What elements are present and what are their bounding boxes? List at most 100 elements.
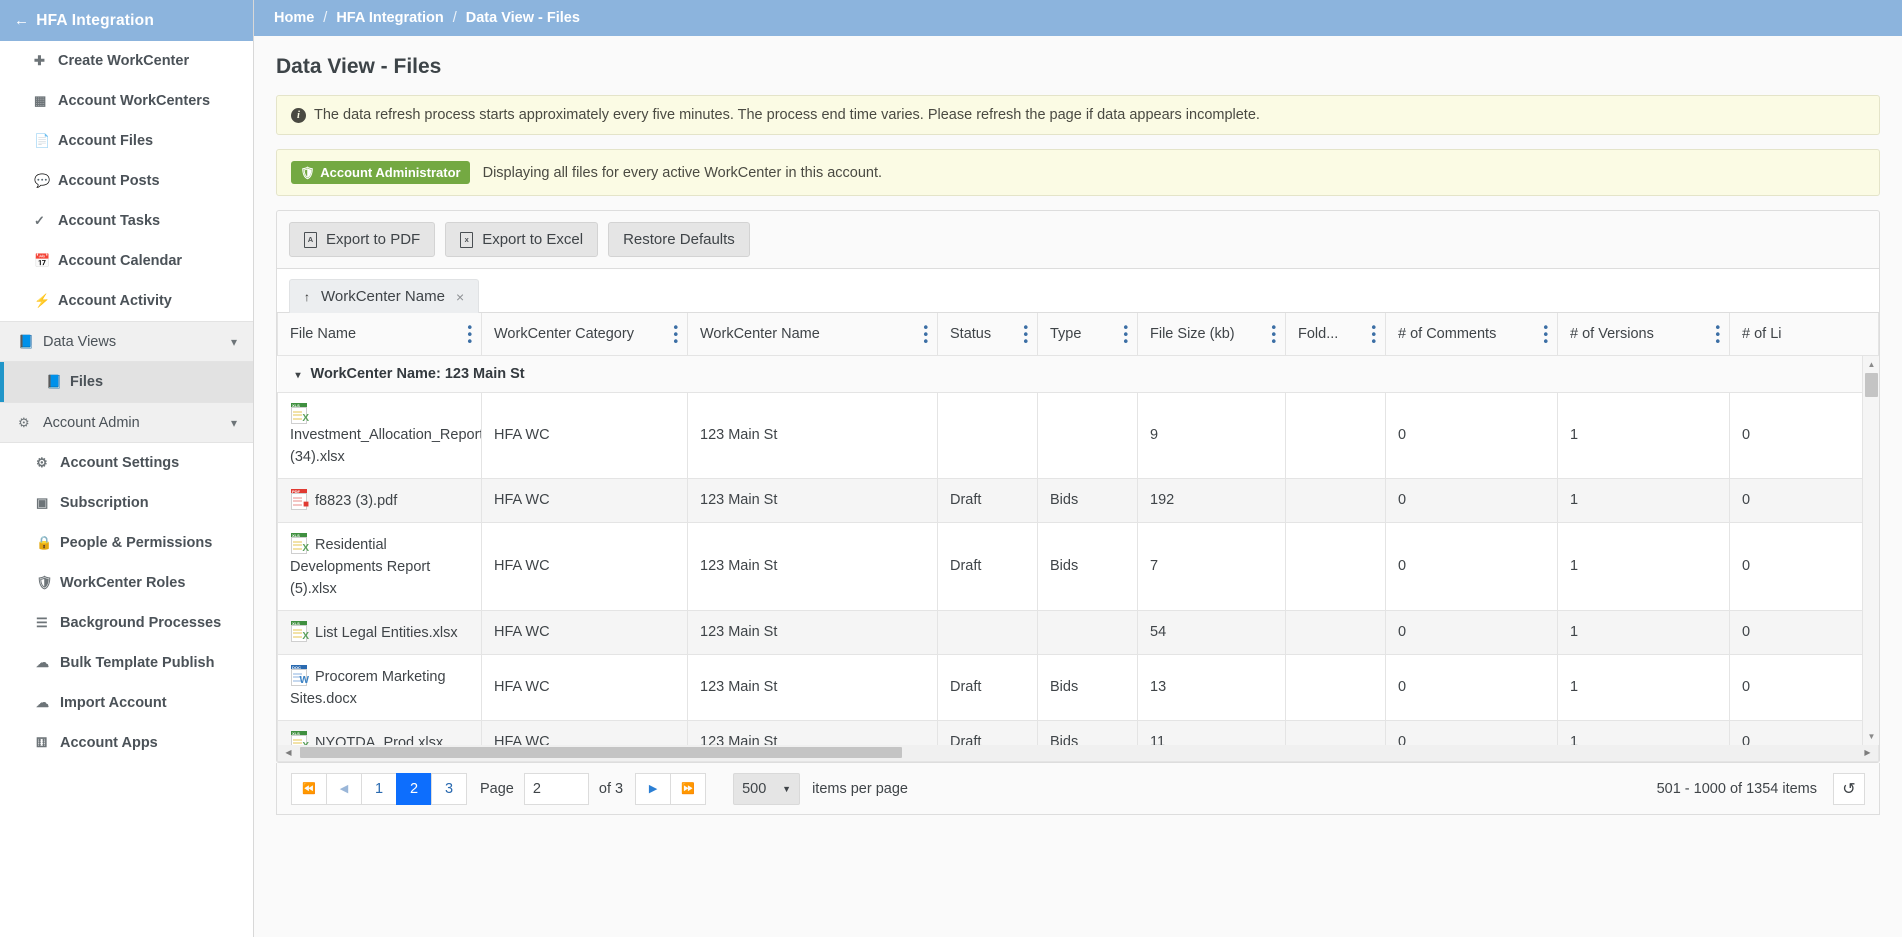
sidebar-item-account-activity[interactable]: ⚡ Account Activity <box>0 281 253 321</box>
column-menu-icon[interactable]: • • • <box>1715 320 1720 348</box>
scroll-up-icon[interactable]: ▲ <box>1863 356 1880 373</box>
sidebar-group-data-views[interactable]: 📘 Data Views ▾ <box>0 321 253 362</box>
cell-file-name[interactable]: XLS X Residential Developments Report (5).… <box>277 521 482 611</box>
cell-folder <box>1285 521 1386 611</box>
last-page-button[interactable]: ⏩ <box>670 772 707 805</box>
column-header-of-comments[interactable]: # of Comments • • • <box>1385 313 1558 356</box>
page-size-value: 500 <box>742 780 767 797</box>
table-row[interactable]: DOC W Procorem Marketing Sites.docx HFA WC 1… <box>277 653 1879 721</box>
sidebar-item-people-permissions[interactable]: 🔒 People & Permissions <box>0 523 253 563</box>
chevron-down-icon[interactable]: ▾ <box>231 335 237 349</box>
column-header-file-name[interactable]: File Name • • • <box>277 313 482 356</box>
cell-file-name[interactable]: XLSX NYOTDA_Prod.xlsx <box>277 719 482 746</box>
vertical-scroll-thumb[interactable] <box>1865 373 1878 397</box>
sidebar-item-account-workcenters[interactable]: ▦ Account WorkCenters <box>0 81 253 121</box>
cell-file-name[interactable]: PDF ■ f8823 (3).pdf <box>277 477 482 523</box>
cell-comments: 0 <box>1385 477 1558 523</box>
column-menu-icon[interactable]: • • • <box>467 320 472 348</box>
sidebar-item-account-calendar[interactable]: 📅 Account Calendar <box>0 241 253 281</box>
page-size-select[interactable]: 500 ▼ <box>733 772 801 805</box>
column-menu-icon[interactable]: • • • <box>1371 320 1376 348</box>
file-name-text[interactable]: Residential Developments Report (5).xlsx <box>290 537 430 597</box>
breadcrumb-section[interactable]: HFA Integration <box>336 10 443 26</box>
column-menu-icon[interactable]: • • • <box>673 320 678 348</box>
sidebar-item-account-apps[interactable]: ⚅ Account Apps <box>0 723 253 763</box>
group-by-bar: ↑ WorkCenter Name × <box>277 269 1879 313</box>
scroll-left-icon[interactable]: ◀ <box>280 745 297 760</box>
column-header-type[interactable]: Type • • • <box>1037 313 1138 356</box>
page-total-label: of 3 <box>598 780 624 797</box>
caret-down-icon[interactable]: ▾ <box>296 370 301 381</box>
chevron-down-icon[interactable]: ▼ <box>782 784 791 794</box>
group-header-row[interactable]: ▾ WorkCenter Name: 123 Main St <box>277 354 1879 393</box>
sidebar-item-account-settings[interactable]: ⚙ Account Settings <box>0 443 253 483</box>
first-page-button[interactable]: ⏪ <box>291 772 327 805</box>
sidebar-item-account-files[interactable]: 📄 Account Files <box>0 121 253 161</box>
close-icon[interactable]: × <box>456 289 464 305</box>
sidebar-header[interactable]: ← HFA Integration <box>0 0 253 41</box>
column-header-fold[interactable]: Fold... • • • <box>1285 313 1386 356</box>
sidebar-item-workcenter-roles[interactable]: 🛡 WorkCenter Roles <box>0 563 253 603</box>
horizontal-scroll-thumb[interactable] <box>300 747 902 758</box>
restore-defaults-button[interactable]: Restore Defaults <box>608 222 750 257</box>
cell-file-name[interactable]: XLS X List Legal Entities.xlsx <box>277 609 482 655</box>
breadcrumb-home[interactable]: Home <box>274 10 314 26</box>
cell-versions: 1 <box>1557 653 1730 721</box>
file-name-text[interactable]: Investment_Allocation_Report (34).xlsx <box>290 427 481 465</box>
page-button-2[interactable]: 2 <box>396 772 432 805</box>
sidebar-item-create-workcenter[interactable]: ✚ Create WorkCenter <box>0 41 253 81</box>
grid-vertical-scrollbar[interactable]: ▲ ▼ <box>1862 356 1879 745</box>
column-menu-icon[interactable]: • • • <box>1271 320 1276 348</box>
cell-file-name[interactable]: DOC W Procorem Marketing Sites.docx <box>277 653 482 721</box>
page-button-3[interactable]: 3 <box>431 772 467 805</box>
status-badge: 🛡 Account Administrator <box>291 161 470 184</box>
column-header-file-size-kb[interactable]: File Size (kb) • • • <box>1137 313 1286 356</box>
sidebar-item-files[interactable]: 📘 Files <box>0 362 253 402</box>
table-row[interactable]: XLS X Residential Developments Report (5).… <box>277 521 1879 611</box>
column-menu-icon[interactable]: • • • <box>1023 320 1028 348</box>
page-button-1[interactable]: 1 <box>361 772 397 805</box>
cell-comments: 0 <box>1385 719 1558 745</box>
sidebar-item-account-tasks[interactable]: ✓ Account Tasks <box>0 201 253 241</box>
column-header-workcenter-name[interactable]: WorkCenter Name • • • <box>687 313 938 356</box>
sidebar-item-label: Subscription <box>60 495 149 511</box>
column-menu-icon[interactable]: • • • <box>1543 320 1548 348</box>
table-row[interactable]: PDF ■ f8823 (3).pdf HFA WC 123 Main St Draft B… <box>277 477 1879 523</box>
scroll-right-icon[interactable]: ▶ <box>1859 745 1876 760</box>
column-header-workcenter-category[interactable]: WorkCenter Category • • • <box>481 313 688 356</box>
grid-horizontal-scrollbar[interactable]: ◀ ▶ <box>277 745 1879 762</box>
sidebar-item-subscription[interactable]: ▣ Subscription <box>0 483 253 523</box>
sidebar-group-account-admin[interactable]: ⚙ Account Admin ▾ <box>0 402 253 443</box>
refresh-button[interactable]: ↺ <box>1833 772 1865 805</box>
column-header-of-li[interactable]: # of Li <box>1729 313 1879 356</box>
chevron-down-icon[interactable]: ▾ <box>231 416 237 430</box>
sidebar-item-account-posts[interactable]: 💬 Account Posts <box>0 161 253 201</box>
column-header-of-versions[interactable]: # of Versions • • • <box>1557 313 1730 356</box>
page-number-input[interactable] <box>523 772 589 805</box>
file-name-text[interactable]: f8823 (3).pdf <box>315 493 397 509</box>
column-menu-icon[interactable]: • • • <box>1123 320 1128 348</box>
export-to-pdf-button[interactable]: A Export to PDF <box>289 222 436 257</box>
file-name-text[interactable]: List Legal Entities.xlsx <box>315 625 458 641</box>
column-header-label: Fold... <box>1298 325 1339 342</box>
info-icon: i <box>291 107 306 123</box>
table-row[interactable]: XLS X List Legal Entities.xlsx HFA WC 123 Ma… <box>277 609 1879 655</box>
role-alert-text: Displaying all files for every active Wo… <box>482 164 883 181</box>
sidebar-item-background-processes[interactable]: ☰ Background Processes <box>0 603 253 643</box>
column-menu-icon[interactable]: • • • <box>923 320 928 348</box>
file-name-text[interactable]: Procorem Marketing Sites.docx <box>290 669 446 707</box>
cell-file-name[interactable]: XLS X Investment_Allocation_Report (34).xl… <box>277 391 482 479</box>
column-header-status[interactable]: Status • • • <box>937 313 1038 356</box>
table-row[interactable]: XLSX NYOTDA_Prod.xlsx HFA WC123 Main StDra… <box>277 719 1879 746</box>
sidebar-item-bulk-template-publish[interactable]: ☁ Bulk Template Publish <box>0 643 253 683</box>
table-row[interactable]: XLS X Investment_Allocation_Report (34).xl… <box>277 391 1879 479</box>
sort-ascending-icon[interactable]: ↑ <box>304 290 310 304</box>
scroll-down-icon[interactable]: ▼ <box>1863 728 1880 745</box>
group-by-chip-workcenter-name[interactable]: ↑ WorkCenter Name × <box>289 279 480 313</box>
file-name-text[interactable]: NYOTDA_Prod.xlsx <box>315 735 443 746</box>
export-to-excel-button[interactable]: x Export to Excel <box>445 222 599 257</box>
sidebar-item-import-account[interactable]: ☁ Import Account <box>0 683 253 723</box>
previous-page-button[interactable]: ◀ <box>326 772 362 805</box>
arrow-left-icon[interactable]: ← <box>14 12 29 29</box>
next-page-button[interactable]: ▶ <box>635 772 672 805</box>
